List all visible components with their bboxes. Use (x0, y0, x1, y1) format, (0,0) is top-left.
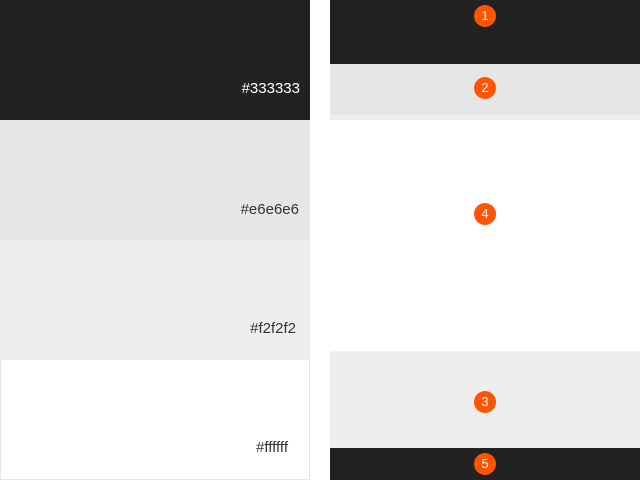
swatch-light-gray: #e6e6e6 (0, 120, 310, 240)
mockup-lower-region: 3 (330, 351, 640, 448)
region-number-badge-1: 1 (474, 5, 496, 27)
region-number-badge-3: 3 (474, 391, 496, 413)
swatch-dark-label: #333333 (241, 80, 300, 97)
mockup-footer-region: 5 (330, 448, 640, 480)
region-number-badge-5: 5 (474, 453, 496, 475)
layout-mockup: 1 2 4 3 5 (330, 0, 640, 480)
mockup-content-region: 4 (330, 120, 640, 351)
region-number-badge-2: 2 (474, 77, 496, 99)
swatch-lighter-gray: #f2f2f2 (0, 240, 310, 360)
mockup-header-region: 1 (330, 0, 640, 64)
mockup-subheader-region: 2 (330, 64, 640, 115)
color-swatch-column: #333333 #e6e6e6 #f2f2f2 #ffffff (0, 0, 310, 480)
swatch-lighter-gray-label: #f2f2f2 (250, 320, 296, 337)
swatch-white-label: #ffffff (256, 439, 288, 456)
color-scheme-illustration: #333333 #e6e6e6 #f2f2f2 #ffffff 1 2 4 3 … (0, 0, 640, 480)
swatch-white: #ffffff (0, 360, 310, 480)
region-number-badge-4: 4 (474, 203, 496, 225)
swatch-dark: #333333 (0, 0, 310, 120)
swatch-light-gray-label: #e6e6e6 (240, 201, 299, 218)
